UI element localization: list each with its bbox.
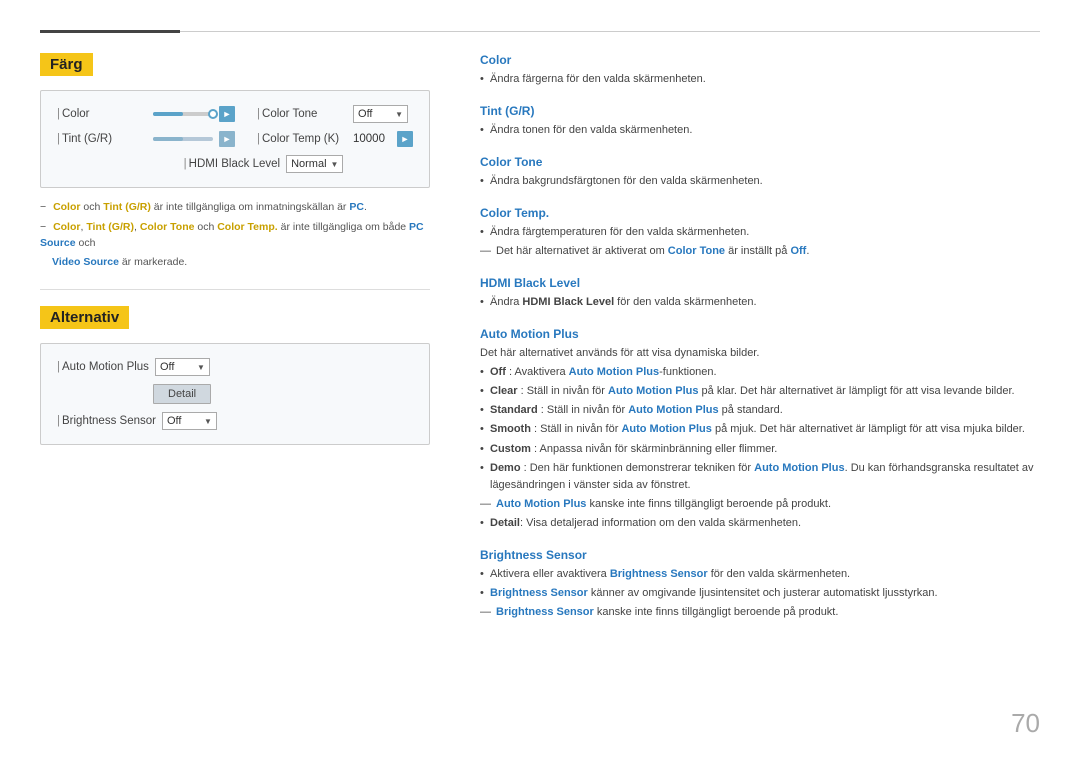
help-amp-standard: Standard : Ställ in nivån för Auto Motio… [480,402,1040,419]
color-temp-value: 10000 [353,133,393,145]
help-amp-clear: Clear : Ställ in nivån för Auto Motion P… [480,383,1040,400]
hdmi-row: |HDMI Black Level Normal ▼ [57,155,413,173]
hdmi-label: |HDMI Black Level [184,158,280,170]
help-auto-motion: Auto Motion Plus Det här alternativet an… [480,327,1040,531]
color-row: |Color ► |Color Tone Off ▼ [57,105,413,123]
alternativ-settings-box: |Auto Motion Plus Off ▼ Detail |Brightne… [40,343,430,445]
help-color-tone-title: Color Tone [480,155,1040,169]
color-arrow-btn[interactable]: ► [219,106,235,122]
auto-motion-label: |Auto Motion Plus [57,361,149,373]
tint-slider[interactable] [153,137,213,141]
help-amp-note1: Auto Motion Plus kanske inte finns tillg… [480,496,1040,513]
farg-settings-box: |Color ► |Color Tone Off ▼ [40,90,430,188]
detail-button[interactable]: Detail [153,384,211,404]
help-brightness-note: Brightness Sensor kanske inte finns till… [480,604,1040,621]
help-tint-title: Tint (G/R) [480,104,1040,118]
farg-notes: − Color och Tint (G/R) är inte tillgängl… [40,200,430,271]
help-color-tone: Color Tone Ändra bakgrundsfärgtonen för … [480,155,1040,190]
hdmi-dropdown-arrow: ▼ [331,160,339,169]
brightness-label: |Brightness Sensor [57,415,156,427]
alternativ-section-title: Alternativ [40,306,129,329]
farg-note2-line2: Video Source är markerade. [40,255,430,271]
farg-note2: − Color, Tint (G/R), Color Tone och Colo… [40,220,430,252]
tint-row: |Tint (G/R) ► |Color Temp (K) 10000 ► [57,131,413,147]
help-color-title: Color [480,53,1040,67]
help-color: Color Ändra färgerna för den valda skärm… [480,53,1040,88]
color-temp-value-group: 10000 ► [353,131,413,147]
color-label: |Color [57,108,147,120]
help-color-temp-text: Ändra färgtemperaturen för den valda skä… [480,224,1040,241]
left-column: Färg |Color ► |Color Tone [40,53,430,733]
page-number: 70 [1011,708,1040,739]
help-tint-text: Ändra tonen för den valda skärmenheten. [480,122,1040,139]
tint-label: |Tint (G/R) [57,133,147,145]
help-hdmi-title: HDMI Black Level [480,276,1040,290]
top-border-light [180,31,1040,32]
brightness-dropdown-arrow: ▼ [204,417,212,426]
auto-motion-dropdown-arrow: ▼ [197,363,205,372]
farg-section-title: Färg [40,53,93,76]
color-tone-dropdown[interactable]: Off ▼ [353,105,408,123]
help-tint: Tint (G/R) Ändra tonen för den valda skä… [480,104,1040,139]
tint-arrow-btn[interactable]: ► [219,131,235,147]
auto-motion-row: |Auto Motion Plus Off ▼ [57,358,413,376]
brightness-dropdown[interactable]: Off ▼ [162,412,217,430]
help-color-temp-note: Det här alternativet är aktiverat om Col… [480,243,1040,260]
hdmi-dropdown[interactable]: Normal ▼ [286,155,343,173]
auto-motion-dropdown[interactable]: Off ▼ [155,358,210,376]
color-temp-arrow-btn[interactable]: ► [397,131,413,147]
help-color-text: Ändra färgerna för den valda skärmenhete… [480,71,1040,88]
help-color-temp-title: Color Temp. [480,206,1040,220]
help-brightness-bullet1: Aktivera eller avaktivera Brightness Sen… [480,566,1040,583]
color-tone-dropdown-arrow: ▼ [395,110,403,119]
help-auto-motion-title: Auto Motion Plus [480,327,1040,341]
help-color-tone-text: Ändra bakgrundsfärgtonen för den valda s… [480,173,1040,190]
help-brightness: Brightness Sensor Aktivera eller avaktiv… [480,548,1040,621]
right-column: Color Ändra färgerna för den valda skärm… [470,53,1040,733]
section-divider [40,289,430,290]
help-brightness-bullet2: Brightness Sensor känner av omgivande lj… [480,585,1040,602]
help-amp-demo: Demo : Den här funktionen demonstrerar t… [480,460,1040,494]
help-amp-custom: Custom : Anpassa nivån för skärminbränni… [480,441,1040,458]
help-color-temp: Color Temp. Ändra färgtemperaturen för d… [480,206,1040,260]
help-brightness-title: Brightness Sensor [480,548,1040,562]
brightness-row: |Brightness Sensor Off ▼ [57,412,413,430]
top-border [40,30,1040,33]
color-temp-label: |Color Temp (K) [257,133,347,145]
help-amp-detail: Detail: Visa detaljerad information om d… [480,515,1040,532]
farg-note1: − Color och Tint (G/R) är inte tillgängl… [40,200,430,216]
help-hdmi: HDMI Black Level Ändra HDMI Black Level … [480,276,1040,311]
help-amp-off: Off : Avaktivera Auto Motion Plus-funkti… [480,364,1040,381]
top-border-dark [40,30,180,33]
help-amp-smooth: Smooth : Ställ in nivån för Auto Motion … [480,421,1040,438]
color-tone-label: |Color Tone [257,108,347,120]
help-hdmi-text: Ändra HDMI Black Level för den valda skä… [480,294,1040,311]
color-slider[interactable] [153,112,213,116]
help-auto-motion-intro: Det här alternativet används för att vis… [480,345,1040,362]
